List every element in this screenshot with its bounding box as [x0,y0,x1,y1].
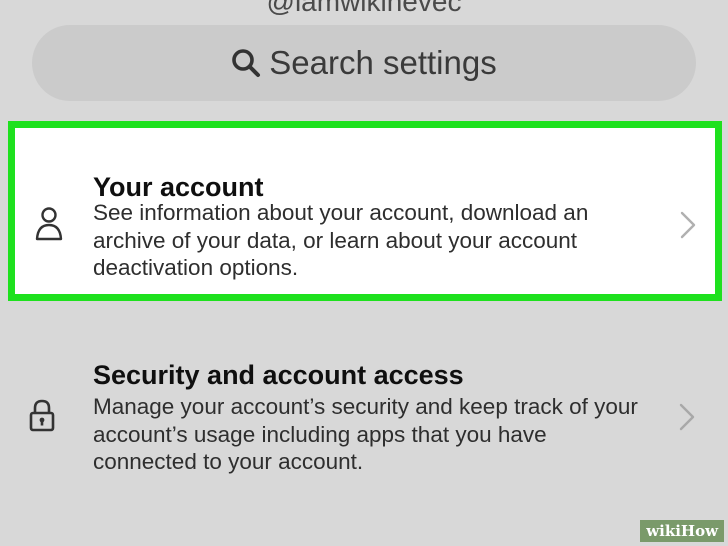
chevron-right-icon [679,403,695,431]
settings-item-your-account[interactable]: Your account See information about your … [8,121,722,301]
wikihow-watermark: wikiHow [640,520,724,542]
settings-item-title: Security and account access [93,360,464,390]
person-icon [35,207,63,241]
settings-item-security-and-account-access[interactable]: Security and account access Manage your … [0,300,728,500]
lock-icon [29,399,55,432]
search-settings-bar[interactable]: Search settings [32,25,696,101]
chevron-right-icon [680,211,696,239]
settings-item-description: Manage your account’s security and keep … [93,394,638,474]
settings-item-title: Your account [93,172,264,202]
search-icon [232,49,261,77]
watermark-prefix: wiki [646,522,681,540]
watermark-suffix: How [680,522,718,540]
settings-item-description: See information about your account, down… [93,200,589,280]
username-header: @iamwikihevec [266,0,462,17]
search-placeholder: Search settings [269,44,497,81]
